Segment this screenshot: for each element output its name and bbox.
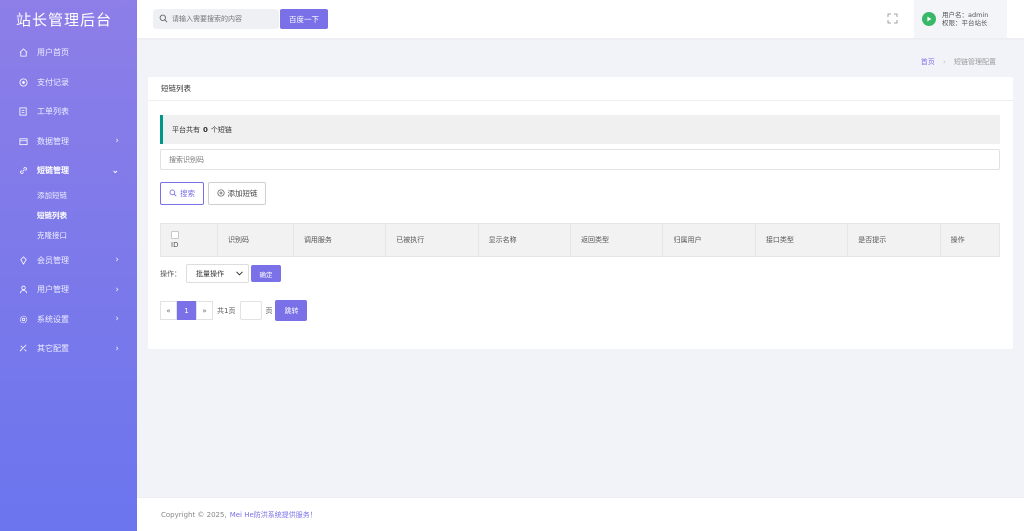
baidu-search-button[interactable]: 百度一下 — [280, 9, 328, 29]
page-unit: 页 — [265, 306, 273, 315]
column-header-return-type: 返回类型 — [570, 223, 664, 257]
pay-icon — [18, 77, 28, 87]
search-button[interactable]: 搜索 — [160, 182, 204, 205]
copyright-text: Copyright © 2025, — [161, 510, 227, 519]
notice-prefix: 平台共有 — [172, 125, 200, 134]
chevron-right-icon: › — [115, 255, 119, 266]
code-search-input[interactable] — [160, 149, 1000, 170]
total-pages: 共1页 — [217, 306, 236, 315]
breadcrumb-current: 短链管理配置 — [954, 58, 996, 66]
sidebar-subitem-add-shortlink[interactable]: 添加短链 — [0, 186, 137, 206]
prev-page-button[interactable]: « — [160, 301, 177, 320]
gear-icon — [18, 314, 28, 324]
link-icon — [18, 166, 28, 176]
data-icon — [18, 136, 28, 146]
user-icon — [18, 285, 28, 295]
sidebar-item-data-management[interactable]: 数据管理 › — [0, 127, 137, 157]
sidebar-item-other-config[interactable]: 其它配置 › — [0, 334, 137, 364]
sidebar-item-user-management[interactable]: 用户管理 › — [0, 275, 137, 305]
sidebar-item-label: 会员管理 — [37, 255, 69, 265]
search-icon — [169, 189, 177, 199]
batch-label: 操作： — [160, 269, 181, 278]
chevron-right-icon: › — [115, 314, 119, 325]
chevron-right-icon: › — [115, 343, 119, 354]
column-header-display-name: 显示名称 — [478, 223, 572, 257]
sidebar-item-label: 用户管理 — [37, 285, 69, 295]
column-header-prompt: 是否提示 — [847, 223, 941, 257]
pagination: « 1 » 共1页 页 跳转 — [160, 300, 308, 321]
chevron-down-icon: ⌄ — [111, 165, 119, 176]
notice-suffix: 个短链 — [210, 125, 232, 134]
column-header-owner: 归属用户 — [662, 223, 756, 257]
breadcrumb: 首页 › 短链管理配置 — [921, 57, 996, 67]
sidebar-subitem-shortlink-list[interactable]: 短链列表 — [0, 206, 137, 226]
sidebar-item-user-home[interactable]: 用户首页 — [0, 38, 137, 68]
sidebar-item-system-settings[interactable]: 系统设置 › — [0, 305, 137, 335]
config-icon — [18, 344, 28, 354]
notice-count: 0 — [203, 125, 208, 134]
footer: Copyright © 2025, Mei He防洪系统提供服务！ — [137, 497, 1024, 531]
chevron-down-icon — [236, 270, 243, 278]
batch-action-select[interactable]: 批量操作 — [186, 264, 249, 283]
plus-circle-icon — [216, 188, 225, 199]
chevron-right-icon: › — [115, 284, 119, 295]
sidebar-item-member-management[interactable]: 会员管理 › — [0, 246, 137, 276]
sidebar-item-label: 用户首页 — [37, 48, 69, 58]
home-icon — [18, 48, 28, 58]
user-role: 权限：平台站长 — [942, 19, 988, 27]
search-button-label: 搜索 — [180, 189, 195, 198]
sidebar-item-label: 支付记录 — [37, 77, 69, 87]
sidebar-item-label: 其它配置 — [37, 344, 69, 354]
batch-actions: 操作： 批量操作 确定 — [160, 264, 281, 283]
breadcrumb-home-link[interactable]: 首页 — [921, 58, 935, 66]
shortlink-list-card: 短链列表 平台共有 0 个短链 搜索 添加短链 ID 识别码 调用服务 已被执行… — [148, 77, 1013, 349]
column-header-api-type: 接口类型 — [755, 223, 849, 257]
add-shortlink-button[interactable]: 添加短链 — [208, 182, 266, 205]
column-header-id: ID — [160, 223, 218, 257]
global-search[interactable] — [153, 9, 279, 29]
table-header-row: ID 识别码 调用服务 已被执行 显示名称 返回类型 归属用户 接口类型 是否提… — [160, 223, 1001, 257]
card-title: 短链列表 — [148, 77, 1013, 101]
page-jump-input[interactable] — [240, 301, 263, 320]
breadcrumb-separator: › — [942, 58, 946, 66]
user-name: 用户名：admin — [942, 11, 989, 19]
sidebar-item-label: 系统设置 — [37, 314, 69, 324]
sidebar: 站长管理后台 用户首页 支付记录 工单列表 数据管理 › 短链管理 ⌄ 添加短链… — [0, 0, 137, 531]
member-icon — [18, 255, 28, 265]
topbar: 百度一下 用户名：admin 权限：平台站长 — [137, 0, 1024, 38]
sidebar-subitem-clone-api[interactable]: 克隆接口 — [0, 226, 137, 246]
sidebar-item-label: 数据管理 — [37, 136, 69, 146]
sidebar-item-payment-records[interactable]: 支付记录 — [0, 68, 137, 98]
sidebar-item-shortlink-management[interactable]: 短链管理 ⌄ — [0, 156, 137, 186]
sidebar-item-ticket-list[interactable]: 工单列表 — [0, 97, 137, 127]
chevron-right-icon: › — [115, 136, 119, 147]
footer-link[interactable]: Mei He防洪系统提供服务！ — [230, 510, 317, 520]
column-header-actions: 操作 — [940, 223, 1001, 257]
confirm-button[interactable]: 确定 — [251, 265, 281, 282]
sidebar-item-label: 短链管理 — [37, 166, 69, 176]
column-header-service: 调用服务 — [293, 223, 387, 257]
search-icon — [159, 14, 168, 25]
avatar — [922, 12, 936, 26]
fullscreen-icon[interactable] — [887, 13, 898, 24]
app-logo-title: 站长管理后台 — [16, 10, 113, 29]
next-page-button[interactable]: » — [196, 301, 213, 320]
sidebar-item-label: 工单列表 — [37, 107, 69, 117]
jump-button[interactable]: 跳转 — [275, 300, 308, 321]
column-header-code: 识别码 — [217, 223, 294, 257]
add-button-label: 添加短链 — [227, 189, 258, 198]
batch-select-value: 批量操作 — [196, 269, 224, 278]
column-header-executed: 已被执行 — [385, 223, 479, 257]
shortlink-count-notice: 平台共有 0 个短链 — [160, 115, 1000, 144]
user-info[interactable]: 用户名：admin 权限：平台站长 — [914, 0, 1007, 38]
select-all-checkbox[interactable] — [171, 231, 179, 239]
page-1-button[interactable]: 1 — [177, 301, 196, 320]
search-input[interactable] — [172, 15, 272, 23]
ticket-icon — [18, 107, 28, 117]
shortlink-table: ID 识别码 调用服务 已被执行 显示名称 返回类型 归属用户 接口类型 是否提… — [160, 223, 1001, 257]
